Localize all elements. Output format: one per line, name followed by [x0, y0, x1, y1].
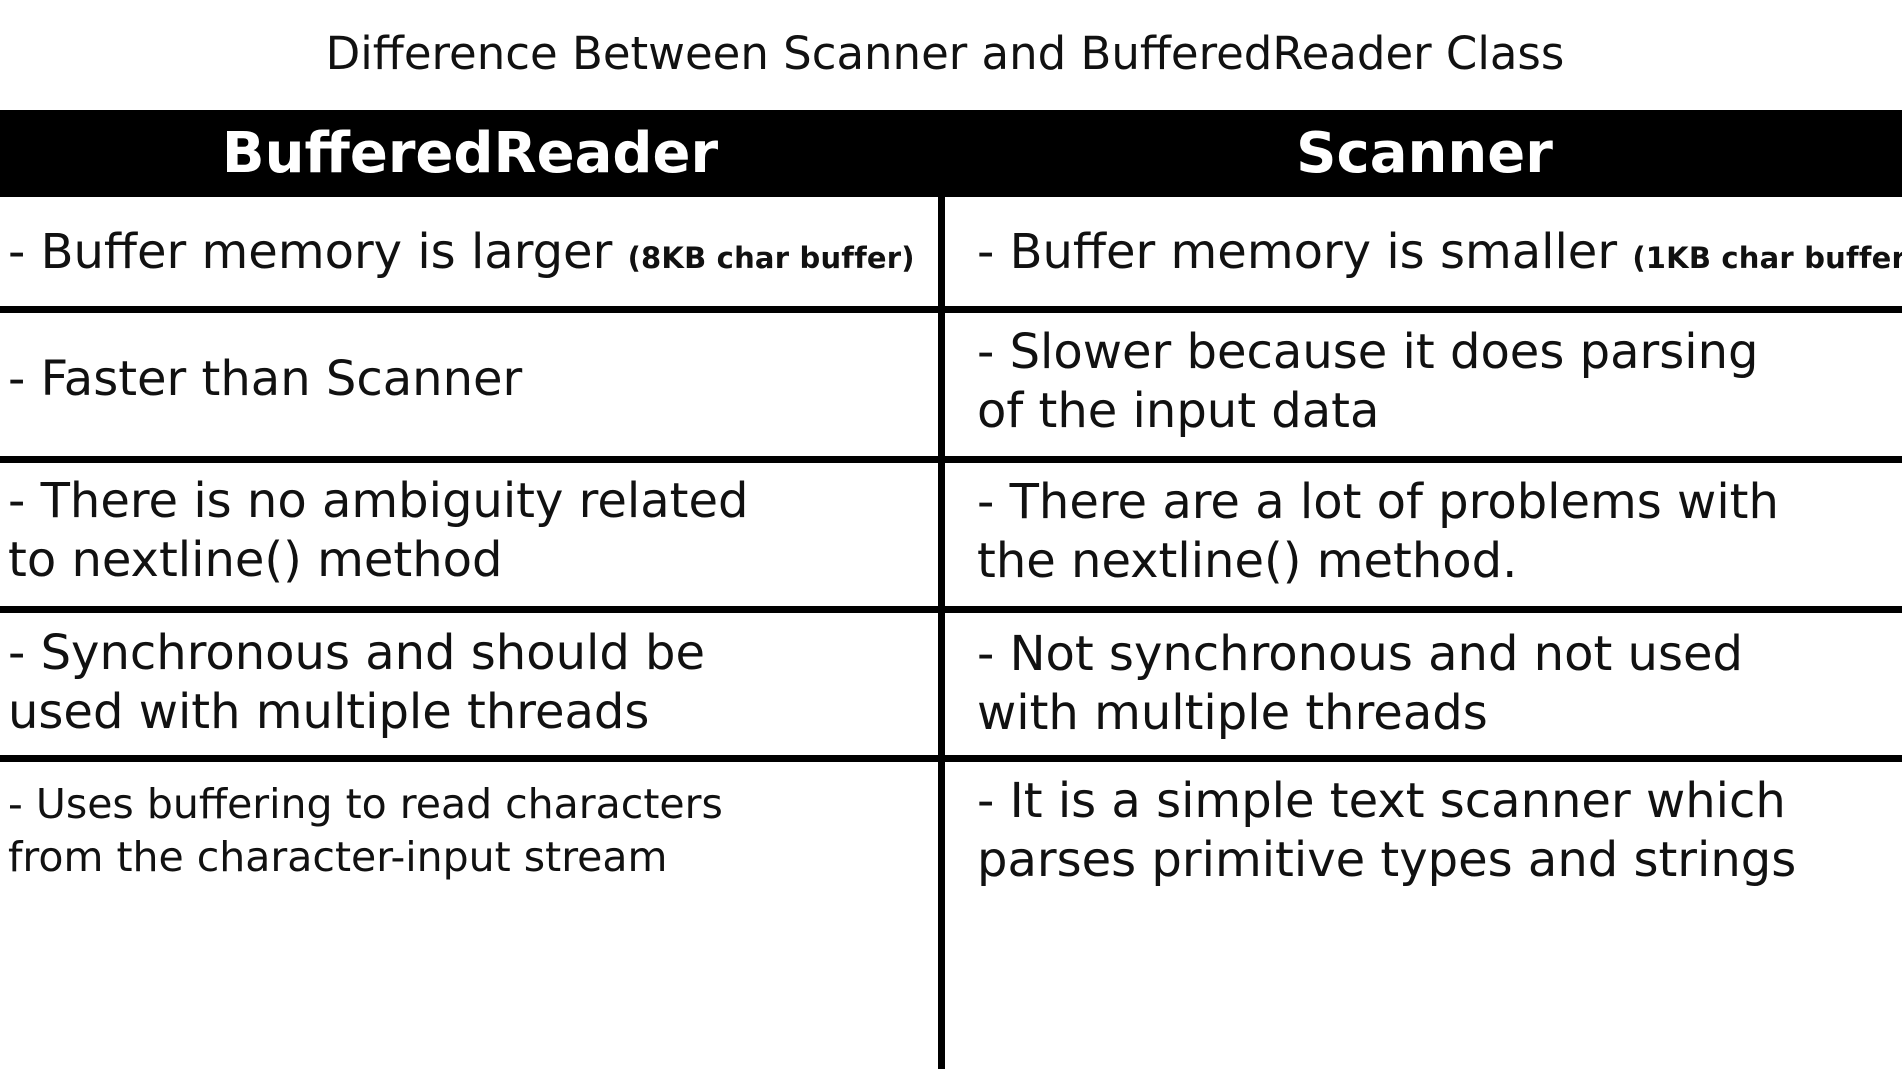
table-cell-bufferedreader-nextline: - There is no ambiguity related to nextl…: [8, 472, 748, 590]
cell-line: - Not synchronous and not used: [977, 626, 1743, 682]
cell-line: the nextline() method.: [977, 533, 1518, 589]
row-divider: [0, 755, 1902, 762]
row-divider: [0, 606, 1902, 613]
cell-line: - Slower because it does parsing: [977, 324, 1759, 380]
column-divider: [938, 197, 945, 1069]
cell-line: from the character-input stream: [8, 833, 668, 881]
cell-line: - It is a simple text scanner which: [977, 773, 1786, 829]
table-cell-scanner-nextline: - There are a lot of problems with the n…: [977, 473, 1779, 591]
cell-line: - There is no ambiguity related: [8, 473, 749, 529]
cell-line: to nextline() method: [8, 532, 503, 588]
cell-line: with multiple threads: [977, 685, 1488, 741]
table-header: BufferedReader Scanner: [0, 110, 1902, 197]
column-header-scanner: Scanner: [1296, 121, 1553, 186]
table-cell-bufferedreader-speed: - Faster than Scanner: [8, 350, 522, 409]
cell-line: - Synchronous and should be: [8, 625, 706, 681]
cell-note: (1KB char buffer): [1632, 241, 1902, 275]
table-cell-scanner-speed: - Slower because it does parsing of the …: [977, 323, 1758, 441]
cell-line: - Faster than Scanner: [8, 351, 523, 407]
table-cell-scanner-memory: - Buffer memory is smaller (1KB char buf…: [977, 223, 1902, 288]
table-cell-bufferedreader-sync: - Synchronous and should be used with mu…: [8, 624, 705, 742]
cell-text: - Buffer memory is smaller: [977, 224, 1633, 280]
table-cell-bufferedreader-memory: - Buffer memory is larger (8KB char buff…: [8, 223, 915, 288]
row-divider: [0, 306, 1902, 313]
cell-line: - There are a lot of problems with: [977, 474, 1779, 530]
cell-text: - Buffer memory is larger: [8, 224, 628, 280]
row-divider: [0, 456, 1902, 463]
cell-line: - Uses buffering to read characters: [8, 780, 723, 828]
column-header-bufferedreader: BufferedReader: [221, 121, 719, 186]
cell-line: used with multiple threads: [8, 684, 650, 740]
cell-note: (8KB char buffer): [627, 241, 915, 275]
table-cell-scanner-sync: - Not synchronous and not used with mult…: [977, 625, 1743, 743]
table-cell-bufferedreader-description: - Uses buffering to read characters from…: [8, 778, 723, 884]
cell-line: parses primitive types and strings: [977, 832, 1797, 888]
page-title: Difference Between Scanner and BufferedR…: [325, 27, 1565, 80]
cell-line: of the input data: [977, 383, 1380, 439]
table-cell-scanner-description: - It is a simple text scanner which pars…: [977, 772, 1796, 890]
